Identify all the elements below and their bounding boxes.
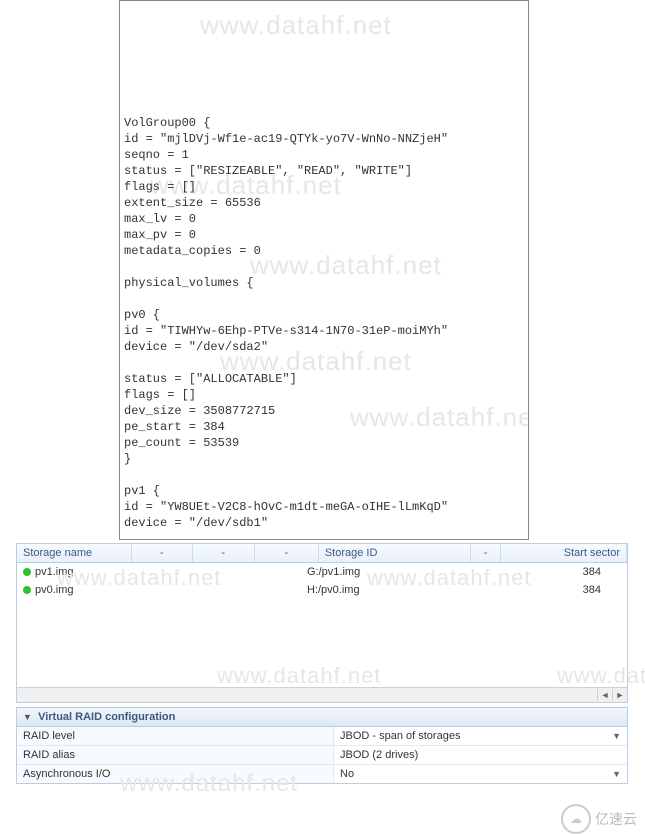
cloud-icon: ☁ <box>561 804 591 834</box>
storage-table-header: Storage name - - - Storage ID - Start se… <box>17 544 627 563</box>
watermark: www.datahf.net <box>367 565 531 591</box>
watermark: www.datahf.net <box>200 17 392 33</box>
config-row-raid-level[interactable]: RAID level JBOD - span of storages ▼ <box>17 727 627 746</box>
collapse-toggle-icon[interactable]: ▼ <box>23 712 35 722</box>
storage-table: Storage name - - - Storage ID - Start se… <box>16 543 628 703</box>
horizontal-scrollbar[interactable]: ◄ ► <box>17 687 627 702</box>
storage-table-body: www.datahf.net www.datahf.net pv1.img G:… <box>17 563 627 687</box>
config-value-dropdown[interactable]: JBOD - span of storages ▼ <box>334 727 627 745</box>
code-pane[interactable]: www.datahf.net www.datahf.net www.datahf… <box>119 0 529 540</box>
status-dot-icon <box>23 586 31 594</box>
col-header-name[interactable]: Storage name <box>17 544 132 562</box>
scroll-right-icon[interactable]: ► <box>612 689 627 701</box>
config-row-raid-alias[interactable]: RAID alias JBOD (2 drives) <box>17 746 627 765</box>
col-header-id[interactable]: Storage ID <box>319 544 471 562</box>
col-header-blank[interactable]: - <box>132 544 193 562</box>
col-header-blank[interactable]: - <box>255 544 319 562</box>
scroll-left-icon[interactable]: ◄ <box>597 689 612 701</box>
watermark: www.datahf.net <box>557 663 645 689</box>
footer-logo: ☁ 亿速云 <box>561 804 637 834</box>
watermark: www.datahf.net <box>120 770 645 798</box>
watermark: www.datahf.net <box>57 565 221 591</box>
col-header-blank[interactable]: - <box>471 544 502 562</box>
watermark: www.datahf.net <box>217 663 381 689</box>
config-label: RAID alias <box>17 746 334 764</box>
config-label: RAID level <box>17 727 334 745</box>
code-text: VolGroup00 { id = "mjlDVj-Wf1e-ac19-QTYk… <box>124 115 524 540</box>
status-dot-icon <box>23 568 31 576</box>
footer-logo-text: 亿速云 <box>595 809 637 829</box>
section-header-raid[interactable]: ▼ Virtual RAID configuration <box>16 707 628 727</box>
chevron-down-icon[interactable]: ▼ <box>612 731 621 741</box>
col-header-sector[interactable]: Start sector <box>501 544 627 562</box>
section-title: Virtual RAID configuration <box>38 711 175 723</box>
footer: ☁ 亿速云 <box>0 798 645 828</box>
col-header-blank[interactable]: - <box>193 544 255 562</box>
config-value[interactable]: JBOD (2 drives) <box>334 746 627 764</box>
